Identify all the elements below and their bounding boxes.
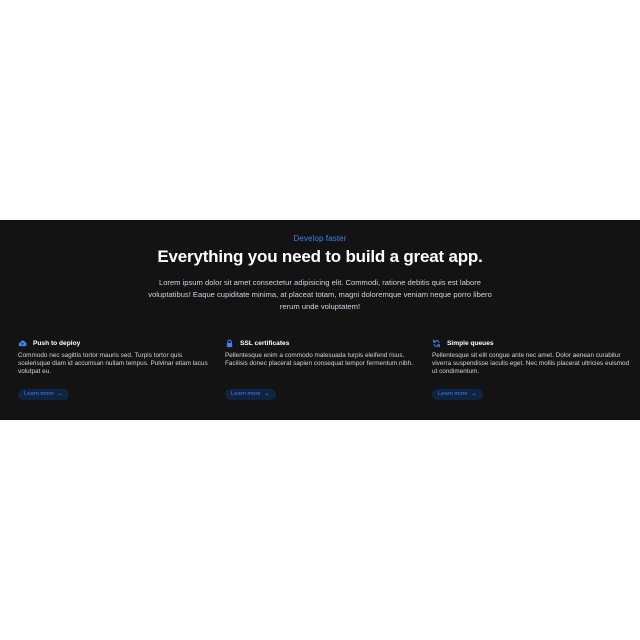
feature-item-simple-queues: Simple queues Pellentesque sit elit cong… xyxy=(432,338,630,400)
feature-title: Simple queues xyxy=(447,339,494,347)
section-intro: Lorem ipsum dolor sit amet consectetur a… xyxy=(148,278,492,311)
feature-description: Commodo nec sagittis tortor mauris sed. … xyxy=(18,352,208,375)
lock-icon xyxy=(225,339,234,348)
feature-item-ssl-certificates: SSL certificates Pellentesque enim a com… xyxy=(225,338,423,400)
arrow-right-icon: → xyxy=(263,391,270,397)
feature-header: Simple queues xyxy=(432,338,630,348)
feature-section: Develop faster Everything you need to bu… xyxy=(0,220,640,420)
learn-more-button[interactable]: Learn more → xyxy=(225,389,276,400)
eyebrow-label: Develop faster xyxy=(293,234,347,243)
feature-item-push-to-deploy: Push to deploy Commodo nec sagittis tort… xyxy=(18,338,216,400)
learn-more-label: Learn more xyxy=(24,391,54,397)
learn-more-button[interactable]: Learn more → xyxy=(432,389,483,400)
feature-title: SSL certificates xyxy=(240,339,290,347)
arrow-right-icon: → xyxy=(470,391,477,397)
cloud-upload-icon xyxy=(18,339,27,348)
arrow-right-icon: → xyxy=(56,391,63,397)
feature-description: Pellentesque enim a commodo malesuada tu… xyxy=(225,352,413,367)
feature-header: SSL certificates xyxy=(225,338,423,348)
learn-more-label: Learn more xyxy=(438,391,468,397)
section-headline: Everything you need to build a great app… xyxy=(157,247,483,266)
feature-header: Push to deploy xyxy=(18,338,216,348)
feature-title: Push to deploy xyxy=(33,339,81,347)
page: Develop faster Everything you need to bu… xyxy=(0,0,640,640)
learn-more-button[interactable]: Learn more → xyxy=(18,389,69,400)
refresh-icon xyxy=(432,339,441,348)
learn-more-label: Learn more xyxy=(231,391,261,397)
feature-list: Push to deploy Commodo nec sagittis tort… xyxy=(18,338,630,408)
feature-description: Pellentesque sit elit congue ante nec am… xyxy=(432,352,630,375)
